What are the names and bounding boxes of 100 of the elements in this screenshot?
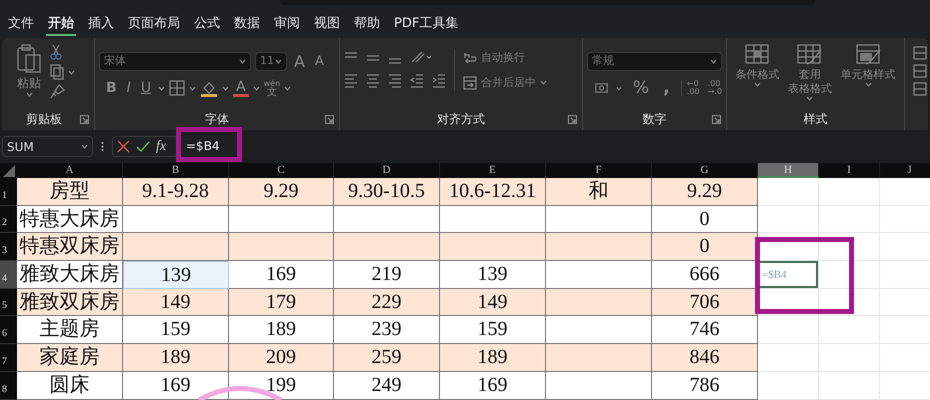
column-header[interactable]: D <box>334 163 440 178</box>
brush-icon[interactable] <box>50 84 65 99</box>
font-color-button[interactable]: A <box>233 80 249 96</box>
caret-icon[interactable] <box>754 82 761 87</box>
column-header[interactable]: I <box>819 163 880 178</box>
row-header[interactable]: 4 <box>0 261 17 289</box>
align-center-icon[interactable] <box>366 72 380 88</box>
decrease-indent-icon[interactable] <box>410 72 424 88</box>
caret-icon[interactable] <box>540 80 547 86</box>
bold-button[interactable]: B <box>103 79 120 97</box>
cell-styles-icon[interactable] <box>856 44 881 65</box>
increase-indent-icon[interactable] <box>432 72 446 88</box>
grow-font-button[interactable]: A <box>291 52 308 70</box>
caret-icon[interactable] <box>189 86 196 90</box>
wrap-text-icon[interactable] <box>463 51 477 66</box>
decimal-label: ←0 <box>686 80 700 88</box>
column-header[interactable]: J <box>880 163 930 178</box>
table-format-icon[interactable] <box>797 44 822 65</box>
borders-icon[interactable] <box>169 80 186 96</box>
underline-button[interactable]: U <box>138 79 154 97</box>
cells-icon[interactable] <box>913 64 927 78</box>
enter-icon[interactable] <box>136 140 150 152</box>
clipboard-icon[interactable] <box>16 44 42 74</box>
table-cell: 169 <box>440 372 546 400</box>
menu-tab[interactable]: 开始 <box>46 14 76 36</box>
menu-tab[interactable]: 页面布局 <box>126 14 182 36</box>
fill-color-icon[interactable] <box>200 80 218 96</box>
align-right-icon[interactable] <box>388 72 402 88</box>
menu-tab[interactable]: 文件 <box>6 14 36 36</box>
style-button[interactable]: 单元格样式 <box>838 68 899 82</box>
number-format-select[interactable]: 常规 <box>587 52 722 71</box>
caret-icon[interactable] <box>222 86 230 90</box>
column-header[interactable]: B <box>123 163 229 178</box>
table-cell: 169 <box>123 372 229 400</box>
formula-input[interactable]: =$B4 <box>182 136 930 157</box>
row-header[interactable]: 1 <box>0 178 17 206</box>
copy-icon[interactable] <box>50 64 64 80</box>
caret-icon[interactable] <box>275 59 282 64</box>
caret-icon[interactable] <box>158 86 166 90</box>
row-header[interactable]: 3 <box>0 233 17 262</box>
font-size-select[interactable]: 11 <box>255 52 287 71</box>
row-header[interactable]: 5 <box>0 288 17 316</box>
scissors-icon[interactable] <box>50 44 62 60</box>
caret-icon[interactable] <box>284 86 292 90</box>
caret-icon[interactable] <box>68 70 75 74</box>
caret-icon[interactable] <box>252 86 260 90</box>
menu-tab[interactable]: 视图 <box>312 14 342 36</box>
percent-button[interactable]: % <box>630 79 652 97</box>
empty-cell <box>819 178 880 206</box>
column-header[interactable]: F <box>546 163 652 178</box>
menu-tab[interactable]: 插入 <box>86 14 116 36</box>
number-format-value: 常规 <box>592 53 614 70</box>
cancel-icon[interactable] <box>117 140 130 153</box>
menu-tab[interactable]: 审阅 <box>272 14 302 36</box>
row-header[interactable]: 8 <box>0 372 17 400</box>
menu-tab[interactable]: PDF工具集 <box>392 14 460 36</box>
menu-tab[interactable]: 数据 <box>232 14 262 36</box>
caret-icon[interactable] <box>864 82 872 87</box>
style-button[interactable]: 条件格式 <box>732 68 782 82</box>
caret-icon[interactable] <box>81 144 88 149</box>
row-header[interactable]: 2 <box>0 206 17 234</box>
dialog-launcher-icon[interactable] <box>80 115 89 124</box>
conditional-format-icon[interactable] <box>744 44 770 65</box>
table-cell: 9.1-9.28 <box>123 178 229 206</box>
italic-button[interactable]: I <box>124 79 134 97</box>
style-button[interactable]: 套用 表格格式 <box>784 68 835 96</box>
cells-icon[interactable] <box>913 46 927 60</box>
caret-icon[interactable] <box>239 59 246 64</box>
dialog-launcher-icon[interactable] <box>712 115 721 124</box>
empty-cell <box>819 316 880 344</box>
align-left-icon[interactable] <box>344 72 358 88</box>
comma-button[interactable]: , <box>660 79 673 97</box>
column-header[interactable]: E <box>440 163 546 178</box>
insert-function-button[interactable]: fx <box>156 136 166 157</box>
orientation-icon[interactable] <box>410 50 432 64</box>
caret-icon[interactable] <box>616 86 622 90</box>
table-cell: 249 <box>334 372 440 400</box>
column-header[interactable]: G <box>652 163 758 178</box>
column-header[interactable]: H <box>758 163 819 178</box>
dialog-launcher-icon[interactable] <box>568 115 577 124</box>
empty-cell <box>819 372 880 400</box>
name-box[interactable]: SUM <box>2 136 93 157</box>
caret-icon[interactable] <box>710 59 717 64</box>
money-icon[interactable] <box>595 81 608 95</box>
row-header[interactable]: 6 <box>0 316 17 344</box>
dialog-launcher-icon[interactable] <box>325 115 334 124</box>
column-header[interactable]: C <box>229 163 334 178</box>
menu-tab[interactable]: 帮助 <box>352 14 382 36</box>
caret-icon[interactable] <box>26 92 32 97</box>
caret-icon[interactable] <box>806 96 814 101</box>
menu-tab[interactable]: 公式 <box>192 14 222 36</box>
row-header[interactable]: 7 <box>0 344 17 372</box>
font-name-select[interactable]: 宋体 <box>99 52 251 71</box>
column-header[interactable]: A <box>17 163 123 178</box>
cells-icon[interactable] <box>913 82 927 96</box>
paste-label[interactable]: 粘贴 <box>17 74 41 92</box>
merge-center-icon[interactable] <box>463 76 477 90</box>
shrink-font-button[interactable]: A <box>312 52 327 70</box>
select-all-corner[interactable] <box>0 163 17 178</box>
more-icon[interactable] <box>101 141 104 152</box>
